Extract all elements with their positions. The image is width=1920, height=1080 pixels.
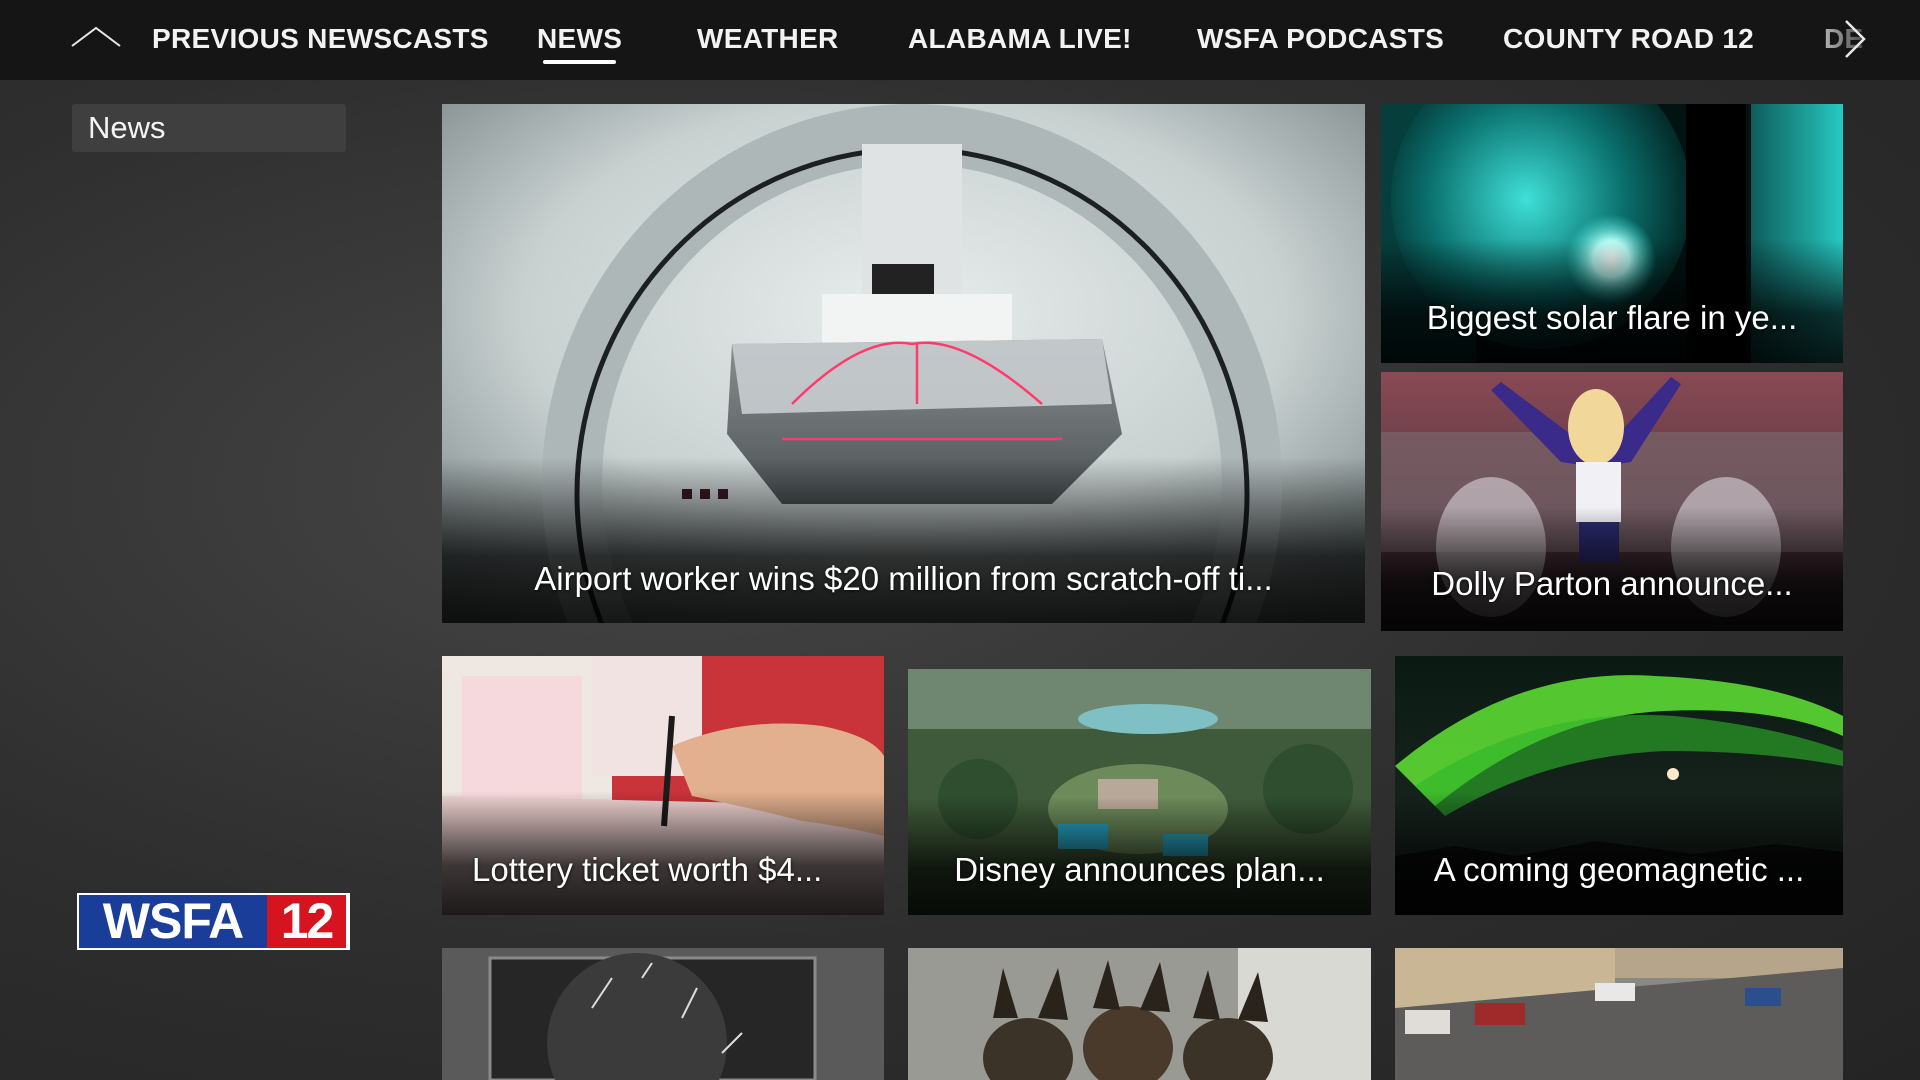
tab-alabama-live[interactable]: ALABAMA LIVE! bbox=[908, 22, 1132, 56]
tab-county-road-12[interactable]: COUNTY ROAD 12 bbox=[1503, 22, 1754, 56]
logo-channel-number: 12 bbox=[267, 895, 346, 948]
chevron-right-icon[interactable] bbox=[1840, 18, 1870, 60]
section-label: News bbox=[72, 104, 346, 152]
chevron-up-icon[interactable] bbox=[70, 22, 122, 52]
news-tile-street-camera[interactable] bbox=[1395, 948, 1843, 1080]
wild-dogs-thumbnail bbox=[908, 948, 1371, 1080]
top-navigation: PREVIOUS NEWSCASTS NEWS WEATHER ALABAMA … bbox=[0, 0, 1920, 80]
news-tile-disney[interactable]: Disney announces plan... bbox=[908, 669, 1371, 915]
news-tile-meteor-camera[interactable] bbox=[442, 948, 884, 1080]
caption-gradient bbox=[442, 456, 1365, 623]
logo-wordmark: WSFA bbox=[79, 895, 267, 948]
news-tile-geomagnetic-storm[interactable]: A coming geomagnetic ... bbox=[1395, 656, 1843, 915]
tab-wsfa-podcasts[interactable]: WSFA PODCASTS bbox=[1197, 22, 1444, 56]
tile-caption: Lottery ticket worth $4... bbox=[472, 851, 823, 888]
news-tile-airport-worker[interactable]: Airport worker wins $20 million from scr… bbox=[442, 104, 1365, 623]
tile-caption: Airport worker wins $20 million from scr… bbox=[534, 560, 1273, 597]
meteor-camera-thumbnail bbox=[442, 948, 884, 1080]
wsfa-12-logo: WSFA 12 bbox=[77, 893, 350, 950]
tile-caption: A coming geomagnetic ... bbox=[1433, 851, 1805, 888]
news-tile-lottery-ticket[interactable]: Lottery ticket worth $4... bbox=[442, 656, 884, 915]
news-tile-dolly-parton[interactable]: Dolly Parton announce... bbox=[1381, 372, 1843, 631]
nav-tab-list: PREVIOUS NEWSCASTS NEWS WEATHER ALABAMA … bbox=[0, 0, 1920, 80]
tile-caption: Disney announces plan... bbox=[954, 851, 1325, 888]
tile-caption: Biggest solar flare in ye... bbox=[1426, 299, 1798, 336]
news-tile-solar-flare[interactable]: Biggest solar flare in ye... bbox=[1381, 104, 1843, 363]
tab-news[interactable]: NEWS bbox=[537, 22, 622, 64]
news-tile-painted-dogs[interactable] bbox=[908, 948, 1371, 1080]
tile-caption: Dolly Parton announce... bbox=[1431, 565, 1793, 602]
tab-weather[interactable]: WEATHER bbox=[697, 22, 839, 56]
tab-previous-newscasts[interactable]: PREVIOUS NEWSCASTS bbox=[152, 22, 489, 56]
street-scene-thumbnail bbox=[1395, 948, 1843, 1080]
